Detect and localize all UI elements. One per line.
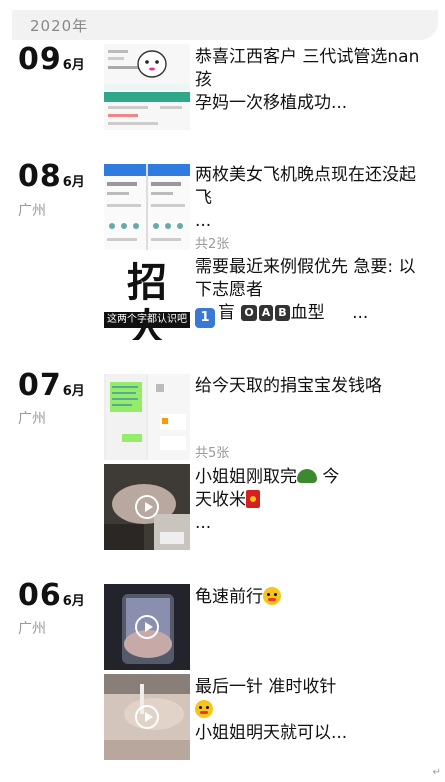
date-06: 066月	[18, 578, 85, 613]
month-label: 6月	[62, 175, 85, 190]
post-thumbnail-recruit[interactable]: 招 人 这两个字都认识吧	[104, 254, 190, 340]
post-text-7[interactable]: 最后一针 准时收针 小姐姐明天就可以...	[195, 676, 431, 745]
b-badge-icon: B	[275, 305, 290, 321]
play-icon[interactable]	[135, 615, 159, 639]
post-text-6[interactable]: 龟速前行	[195, 586, 431, 609]
day-number: 09	[18, 42, 62, 77]
turtle-emoji-icon	[297, 469, 317, 483]
post-text-4[interactable]: 给今天取的捐宝宝发钱咯	[195, 375, 431, 398]
year-header: 2020年	[12, 10, 438, 40]
red-envelope-emoji-icon	[246, 490, 260, 508]
post-text-5[interactable]: 小姐姐刚取完 今 天收米 ...	[195, 466, 431, 535]
post-video-thumbnail[interactable]	[104, 674, 190, 760]
day-number: 06	[18, 578, 62, 613]
post-text-5-a: 小姐姐刚取完	[195, 467, 297, 487]
post-text-6-label: 龟速前行	[195, 587, 263, 607]
location-label: 广州	[18, 411, 46, 427]
screenshot-thumb-image	[104, 44, 190, 130]
month-label: 6月	[62, 384, 85, 399]
location-label: 广州	[18, 203, 46, 219]
flight-thumb-image	[104, 164, 190, 250]
recruit-big-text: 招 人	[127, 260, 167, 340]
image-count: 共5张	[195, 446, 230, 461]
more-dots: ...	[352, 303, 369, 323]
o-badge-icon: O	[241, 305, 257, 321]
play-icon[interactable]	[135, 705, 159, 729]
date-08: 086月	[18, 159, 85, 194]
a-badge-icon: A	[258, 305, 274, 321]
post-video-thumbnail[interactable]	[104, 464, 190, 550]
post-text-7-b: 小姐姐明天就可以...	[195, 723, 348, 743]
day-number: 08	[18, 159, 62, 194]
grimace-emoji-icon	[263, 587, 281, 605]
grimace-emoji-icon	[195, 700, 213, 718]
blood-type-label: 血型	[290, 303, 325, 323]
post-thumbnail-flight-screenshots[interactable]	[104, 164, 190, 250]
post-text-1[interactable]: 恭喜江西客户 三代试管选nan孩 孕妈一次移植成功...	[195, 46, 431, 115]
image-count: 共2张	[195, 237, 230, 252]
post-video-thumbnail[interactable]	[104, 584, 190, 670]
post-text-7-a: 最后一针 准时收针	[195, 677, 337, 697]
date-09: 096月	[18, 42, 85, 77]
month-label: 6月	[62, 58, 85, 73]
day-number: 07	[18, 368, 62, 403]
post-thumbnail-chat-screenshots[interactable]	[104, 374, 190, 460]
recruit-caption: 这两个字都认识吧	[104, 312, 190, 328]
location-label: 广州	[18, 621, 46, 637]
month-label: 6月	[62, 594, 85, 609]
post-thumbnail-screenshot[interactable]	[104, 44, 190, 130]
date-07: 076月	[18, 368, 85, 403]
chat-thumb-image	[104, 374, 190, 460]
return-mark-icon: ↵	[432, 767, 441, 778]
play-icon[interactable]	[135, 495, 159, 519]
post-text-3-line: 需要最近来例假优先 急要: 以下志愿者	[195, 257, 416, 300]
year-label: 2020年	[30, 17, 89, 35]
post-text-3[interactable]: 需要最近来例假优先 急要: 以下志愿者 1盲 O A B 血型 ...	[195, 256, 431, 328]
blind-label: 盲	[218, 303, 235, 323]
post-text-2[interactable]: 两枚美女飞机晚点现在还没起飞 ...	[195, 164, 431, 233]
post-text-5-c: ...	[195, 513, 212, 533]
keycap-one-icon: 1	[195, 308, 215, 328]
